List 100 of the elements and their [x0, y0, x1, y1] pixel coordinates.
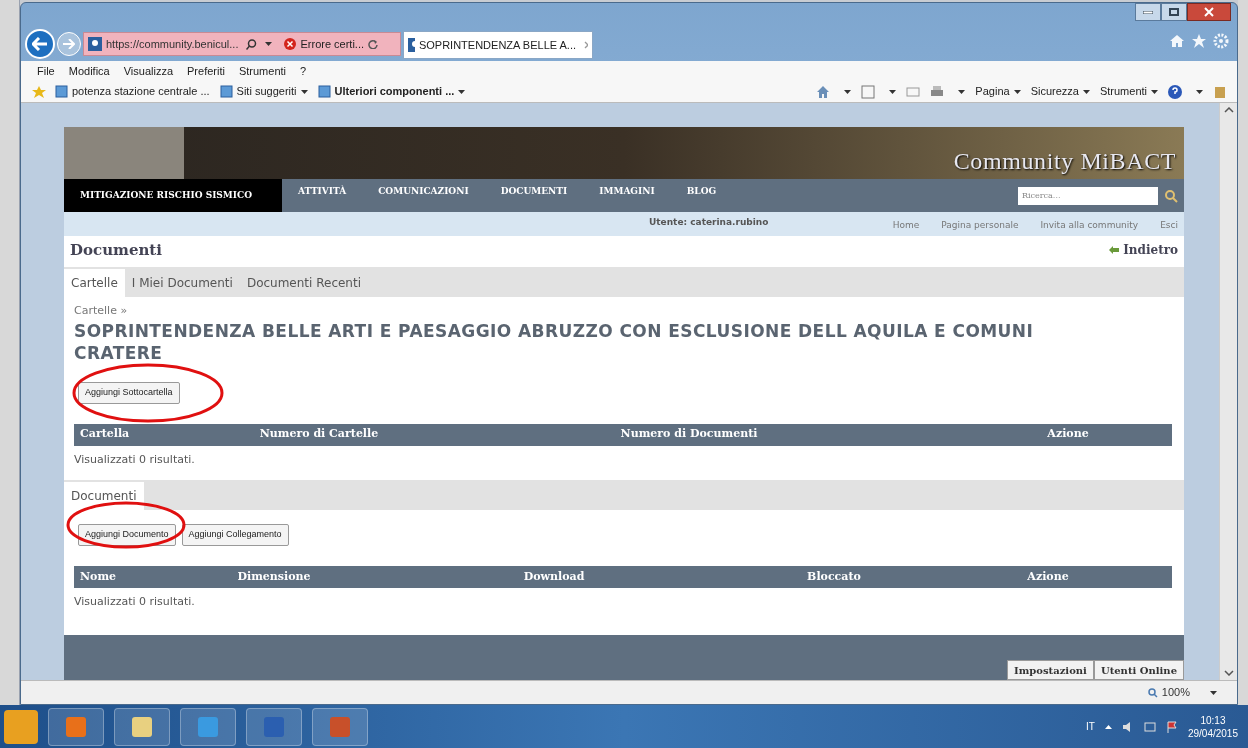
action-button[interactable]: Aggiungi Collegamento: [181, 524, 289, 546]
maximize-button[interactable]: [1161, 3, 1187, 21]
command-menu[interactable]: Sicurezza: [1030, 83, 1090, 100]
menu-item[interactable]: Preferiti: [187, 62, 225, 80]
back-link[interactable]: Indietro: [1109, 241, 1178, 259]
page-tab[interactable]: Cartelle: [64, 269, 125, 297]
action-button[interactable]: Aggiungi Sottocartella: [78, 381, 180, 404]
nav-link[interactable]: DOCUMENTI: [484, 179, 584, 199]
footer-tab[interactable]: Utenti Online: [1093, 660, 1184, 680]
zoom-level[interactable]: 100%: [1147, 684, 1190, 701]
favorites-link[interactable]: Siti suggeriti: [219, 83, 308, 100]
column-header: Cartella: [79, 426, 131, 443]
caret-icon: [1210, 690, 1217, 695]
page-tab[interactable]: Documenti: [64, 482, 144, 510]
results-summary: Visualizzati 0 risultati.: [74, 594, 196, 610]
menu-item[interactable]: Strumenti: [238, 62, 286, 80]
caret-icon: [844, 89, 852, 94]
user-link[interactable]: Home: [892, 219, 920, 233]
home-icon[interactable]: [816, 84, 831, 99]
column-header: Azione: [1026, 568, 1070, 585]
address-bar[interactable]: https://community.benicul... Errore certi...: [83, 32, 401, 56]
caret-icon: [958, 89, 966, 94]
command-menu[interactable]: Pagina: [975, 83, 1021, 100]
site-favicon-icon: [408, 38, 415, 52]
close-icon: [1204, 7, 1214, 17]
star-icon[interactable]: [1191, 33, 1207, 49]
home-icon[interactable]: [1169, 33, 1185, 49]
caret-icon: [265, 42, 273, 46]
footer-tab[interactable]: Impostazioni: [1007, 660, 1094, 680]
caret-icon: [1151, 89, 1158, 94]
command-menu[interactable]: Strumenti: [1099, 83, 1158, 100]
nav-link[interactable]: COMUNICAZIONI: [362, 179, 485, 199]
user-label: Utente: caterina.rubino: [649, 216, 769, 229]
maximize-icon: [1169, 8, 1179, 16]
favorites-star-icon[interactable]: [31, 84, 47, 99]
scroll-down-icon[interactable]: [1223, 670, 1234, 676]
nav-link[interactable]: ATTIVITÀ: [282, 179, 363, 199]
forward-arrow-icon: [63, 39, 75, 49]
search-field[interactable]: Ricerca...: [1018, 186, 1158, 205]
caret-icon: [458, 89, 466, 94]
close-button[interactable]: [1187, 3, 1231, 21]
section-label[interactable]: MITIGAZIONE RISCHIO SISMICO: [64, 179, 282, 212]
favorites-link[interactable]: Ulteriori componenti ...: [317, 83, 466, 100]
breadcrumb[interactable]: Cartelle »: [74, 303, 1174, 320]
user-link[interactable]: Esci: [1160, 219, 1178, 233]
back-button[interactable]: [25, 29, 55, 59]
page-icon: [55, 85, 68, 98]
menu-item[interactable]: ?: [300, 62, 307, 80]
printer-icon[interactable]: [930, 84, 945, 99]
page-tab[interactable]: Documenti Recenti: [239, 269, 368, 297]
search-icon[interactable]: [246, 38, 258, 50]
minimize-button[interactable]: [1135, 3, 1161, 21]
error-icon: [284, 38, 297, 50]
site-favicon-icon: [88, 37, 102, 51]
results-summary: Visualizzati 0 risultati.: [74, 451, 196, 468]
column-header: Download: [522, 568, 586, 585]
language-indicator[interactable]: IT: [1086, 719, 1095, 734]
back-arrow-icon: [32, 37, 48, 51]
scrollbar[interactable]: [1219, 103, 1237, 680]
column-header: Bloccato: [806, 568, 862, 585]
arrow-left-icon: [1109, 246, 1120, 254]
menu-item[interactable]: File: [37, 62, 55, 80]
menu-item[interactable]: Modifica: [68, 62, 110, 80]
close-icon[interactable]: [584, 41, 588, 49]
favorites-link[interactable]: potenza stazione centrale ...: [55, 83, 210, 100]
caret-icon: [1082, 89, 1090, 94]
nav-link[interactable]: IMMAGINI: [583, 179, 671, 199]
folder-title: SOPRINTENDENZA BELLE ARTI E PAESAGGIO ABRUZZO CON ESCLUSIONE DELL AQUILA E COMUNI CRATERE: [74, 319, 1035, 364]
browser-tab[interactable]: SOPRINTENDENZA BELLE A...: [403, 31, 593, 59]
caret-icon: [1196, 89, 1203, 94]
page-heading: Documenti: [70, 239, 162, 261]
clock-date[interactable]: 29/04/2015: [1187, 726, 1238, 740]
settings-icon[interactable]: [1213, 33, 1229, 49]
clock-time[interactable]: 10:13: [1200, 713, 1226, 727]
caret-icon: [1013, 89, 1021, 94]
page-tab[interactable]: I Miei Documenti: [124, 269, 240, 297]
column-header: Azione: [1046, 426, 1090, 443]
tab-title: SOPRINTENDENZA BELLE A...: [418, 37, 577, 53]
address-text: https://community.benicul...: [106, 36, 239, 52]
tray-arrow-icon[interactable]: [1104, 724, 1112, 729]
help-icon[interactable]: [1168, 84, 1182, 99]
page-icon: [219, 85, 233, 98]
menu-item[interactable]: Visualizza: [123, 62, 174, 80]
user-link[interactable]: Invita alla community: [1040, 219, 1139, 233]
minimize-icon: [1143, 10, 1153, 14]
page-icon: [317, 85, 331, 98]
caret-icon: [889, 89, 897, 94]
scroll-up-icon[interactable]: [1223, 107, 1234, 113]
column-header: Numero di Documenti: [619, 426, 759, 443]
flag-icon[interactable]: [1165, 720, 1178, 733]
start-button[interactable]: [4, 709, 38, 744]
action-button[interactable]: Aggiungi Documento: [78, 524, 176, 546]
user-link[interactable]: Pagina personale: [941, 219, 1019, 233]
nav-link[interactable]: BLOG: [670, 179, 733, 199]
refresh-icon[interactable]: [368, 39, 379, 49]
column-header: Nome: [79, 568, 118, 585]
certificate-error-text[interactable]: Errore certi...: [300, 35, 365, 53]
column-header: Numero di Cartelle: [258, 426, 380, 443]
forward-button[interactable]: [57, 32, 81, 56]
banner-title: Community MiBACT: [953, 147, 1176, 176]
